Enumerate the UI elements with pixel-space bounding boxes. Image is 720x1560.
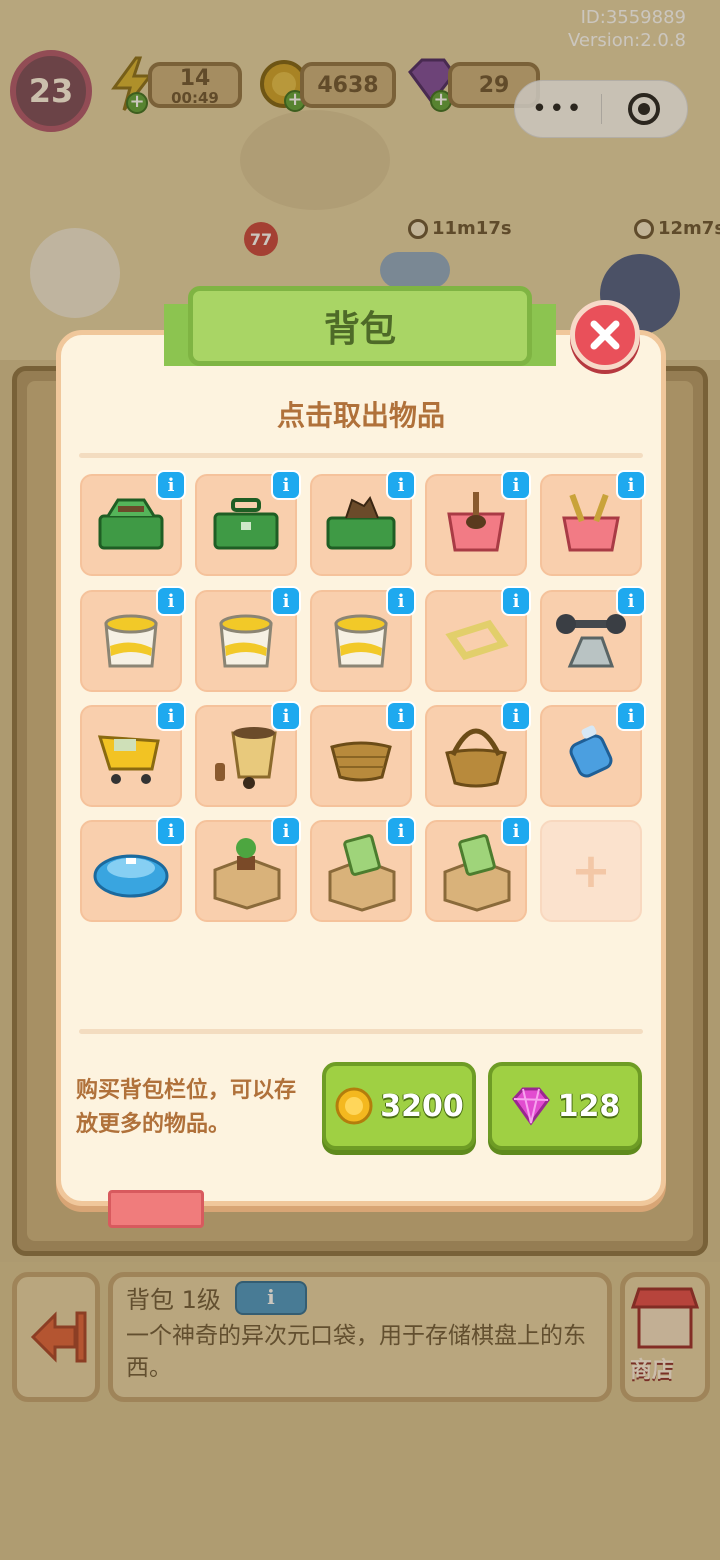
buy-slots-description: 购买背包栏位，可以存放更多的物品。 [76,1078,297,1137]
modal-title: 背包 [323,309,396,350]
item-info-icon[interactable]: i [501,701,531,731]
backpack-slot[interactable]: i [195,586,301,692]
backpack-slot[interactable]: i [80,470,186,576]
item-info-icon[interactable]: i [501,470,531,500]
item-info-icon[interactable]: i [616,470,646,500]
item-info-icon[interactable]: i [501,816,531,846]
buy-with-gems-button[interactable]: 128 [488,1062,642,1150]
plus-icon: + [570,843,612,899]
item-info-icon[interactable]: i [616,701,646,731]
close-icon [590,320,620,350]
backpack-slot[interactable]: i [310,470,416,576]
coin-icon [335,1087,373,1125]
backpack-slot[interactable]: i [310,701,416,807]
item-info-icon[interactable]: i [386,586,416,616]
item-info-icon[interactable]: i [616,586,646,616]
backpack-slot[interactable]: i [80,701,186,807]
modal-bottom-tab [108,1190,204,1228]
backpack-slot[interactable]: i [425,586,531,692]
divider-top [79,453,643,458]
backpack-slot[interactable]: i [310,586,416,692]
item-info-icon[interactable]: i [156,701,186,731]
item-info-icon[interactable]: i [386,470,416,500]
gem-icon [511,1087,550,1126]
modal-title-ribbon: 背包 [188,286,532,366]
item-info-icon[interactable]: i [156,816,186,846]
item-info-icon[interactable]: i [271,701,301,731]
item-info-icon[interactable]: i [271,586,301,616]
backpack-slot[interactable]: i [425,701,531,807]
backpack-slot[interactable]: i [425,470,531,576]
buy-with-coins-button[interactable]: 3200 [322,1062,476,1150]
item-info-icon[interactable]: i [156,470,186,500]
backpack-slot[interactable]: i [195,701,301,807]
item-info-icon[interactable]: i [386,816,416,846]
close-button[interactable] [570,300,640,370]
backpack-slot[interactable]: i [425,816,531,922]
item-info-icon[interactable]: i [271,470,301,500]
gem-price: 128 [557,1088,621,1124]
empty-slot[interactable]: + [540,820,642,922]
item-info-icon[interactable]: i [501,586,531,616]
item-info-icon[interactable]: i [271,816,301,846]
backpack-slot[interactable]: i [540,586,646,692]
modal-subtitle: 点击取出物品 [276,399,445,432]
item-info-icon[interactable]: i [386,701,416,731]
backpack-slot[interactable]: i [310,816,416,922]
coin-price: 3200 [380,1088,464,1124]
backpack-slot[interactable]: i [540,701,646,807]
divider-bottom [79,1029,643,1034]
item-info-icon[interactable]: i [156,586,186,616]
backpack-slot[interactable]: i [195,816,301,922]
backpack-slot[interactable]: i [80,586,186,692]
backpack-slot[interactable]: i [195,470,301,576]
backpack-slot[interactable]: i [80,816,186,922]
backpack-slot[interactable]: i [540,470,646,576]
